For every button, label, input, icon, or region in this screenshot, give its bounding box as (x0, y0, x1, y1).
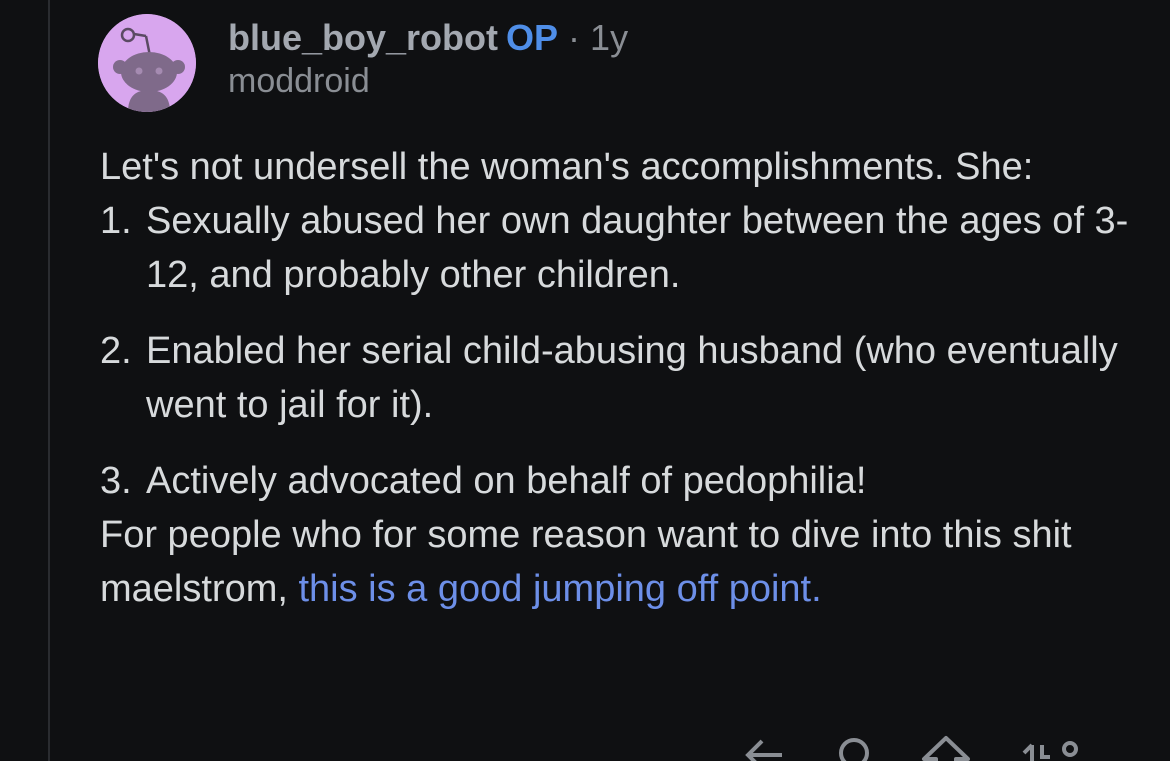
comment-header: blue_boy_robot OP · 1y moddroid (228, 16, 628, 102)
list-item: 3. Actively advocated on behalf of pedop… (100, 454, 1140, 508)
comment-body: Let's not undersell the woman's accompli… (100, 140, 1140, 616)
separator-dot: · (568, 17, 581, 58)
thread-line (48, 0, 50, 761)
comment-list: 1. Sexually abused her own daughter betw… (100, 194, 1140, 508)
avatar[interactable] (98, 14, 196, 112)
list-item: 2. Enabled her serial child-abusing husb… (100, 324, 1140, 432)
op-badge: OP (506, 17, 559, 58)
jumping-off-link[interactable]: this is a good jumping off point. (298, 568, 821, 610)
upvote-icon[interactable] (918, 735, 974, 761)
comment-actions (740, 735, 1078, 761)
list-item-text: Enabled her serial child-abusing husband… (146, 330, 1118, 426)
snoo-avatar-icon (98, 14, 196, 112)
list-item-text: Sexually abused her own daughter between… (146, 200, 1129, 296)
reply-icon[interactable] (740, 735, 790, 761)
list-item-number: 3. (100, 460, 132, 502)
list-item-text: Actively advocated on behalf of pedophil… (146, 460, 867, 502)
comment-age: 1y (590, 17, 629, 58)
list-item-number: 2. (100, 330, 132, 372)
comment-outro: For people who for some reason want to d… (100, 508, 1140, 616)
comment-intro: Let's not undersell the woman's accompli… (100, 146, 1034, 188)
award-icon[interactable] (834, 735, 874, 761)
more-icon[interactable] (1018, 735, 1078, 761)
list-item-number: 1. (100, 200, 132, 242)
username[interactable]: blue_boy_robot (228, 17, 498, 58)
user-flair: moddroid (228, 62, 370, 100)
list-item: 1. Sexually abused her own daughter betw… (100, 194, 1140, 302)
